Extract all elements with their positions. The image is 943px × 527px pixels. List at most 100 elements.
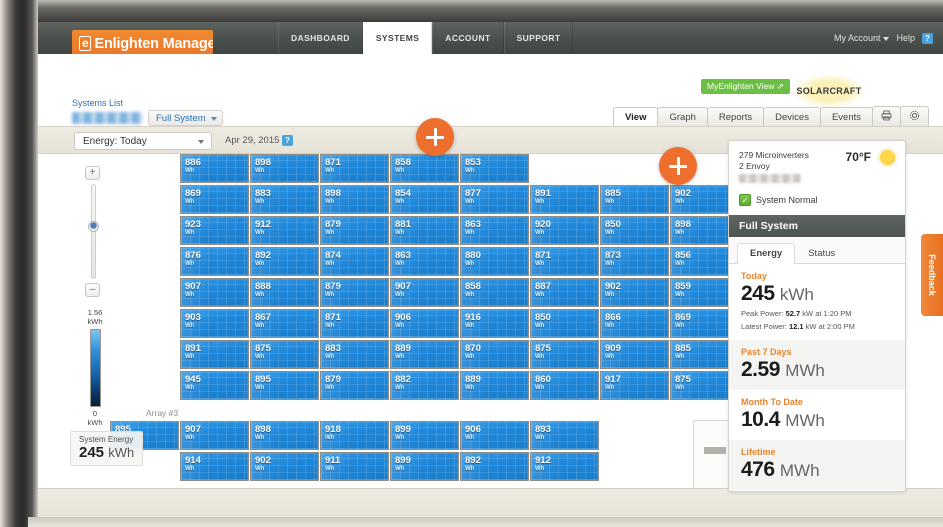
gear-icon[interactable] xyxy=(900,106,929,128)
solar-panel[interactable]: 893Wh xyxy=(530,421,599,450)
tab-status[interactable]: Status xyxy=(795,243,848,264)
solar-panel[interactable]: 881 Wh xyxy=(390,216,459,245)
solar-panel[interactable]: 914 Wh xyxy=(180,452,249,481)
solar-panel[interactable]: 879 Wh xyxy=(320,216,389,245)
solar-panel[interactable]: 879 Wh xyxy=(320,371,389,400)
solar-panel[interactable]: 907 Wh xyxy=(180,278,249,307)
tab-energy[interactable]: Energy xyxy=(737,243,796,264)
solar-panel[interactable]: 874 Wh xyxy=(320,247,389,276)
feedback-tab[interactable]: Feedback xyxy=(921,234,943,316)
solar-panel[interactable]: 888 Wh xyxy=(250,278,319,307)
solar-panel[interactable]: 871Wh xyxy=(530,247,599,276)
zoom-slider-thumb[interactable] xyxy=(87,221,99,232)
solar-panel[interactable]: 869 Wh xyxy=(180,185,249,214)
nav-tab-account[interactable]: ACCOUNT xyxy=(432,22,504,54)
solar-panel[interactable]: 892 Wh xyxy=(460,452,529,481)
nav-tab-systems[interactable]: SYSTEMS xyxy=(362,22,433,54)
solar-panel[interactable]: 889 Wh xyxy=(390,340,459,369)
metric-past-7-days: Past 7 Days 2.59 MWh xyxy=(729,340,905,390)
solar-panel[interactable]: 899 Wh xyxy=(390,452,459,481)
solar-panel[interactable]: 912 Wh xyxy=(530,452,599,481)
tab-view[interactable]: View xyxy=(613,107,659,128)
solar-panel[interactable]: 895Wh xyxy=(250,371,319,400)
solar-panel[interactable]: 902Wh xyxy=(600,278,669,307)
solar-panel[interactable]: 880 Wh xyxy=(460,247,529,276)
solar-panel[interactable]: 907 Wh xyxy=(180,421,249,450)
solar-panel[interactable]: 873Wh xyxy=(600,247,669,276)
my-account-menu[interactable]: My Account xyxy=(834,33,890,43)
printer-icon[interactable] xyxy=(872,106,901,128)
solar-panel[interactable]: 917Wh xyxy=(600,371,669,400)
solar-panel[interactable]: 867 Wh xyxy=(250,309,319,338)
zoom-slider-track[interactable] xyxy=(87,184,99,279)
solar-panel[interactable]: 892 Wh xyxy=(250,247,319,276)
solar-panel[interactable]: 871Wh xyxy=(320,309,389,338)
solar-panel[interactable]: 907 Wh xyxy=(390,278,459,307)
solar-panel[interactable]: 902Wh xyxy=(250,452,319,481)
solar-panel[interactable]: 945 Wh xyxy=(180,371,249,400)
panel-energy-unit: Wh xyxy=(675,354,685,360)
solar-panel[interactable]: 883 Wh xyxy=(320,340,389,369)
solar-panel[interactable]: 906 Wh xyxy=(460,421,529,450)
solar-panel[interactable]: 898 Wh xyxy=(320,185,389,214)
solar-panel[interactable]: 887 Wh xyxy=(530,278,599,307)
solar-panel[interactable]: 875 Wh xyxy=(530,340,599,369)
solar-panel[interactable]: 875 Wh xyxy=(250,340,319,369)
solar-panel[interactable]: 854 Wh xyxy=(390,185,459,214)
solar-panel[interactable]: 877 Wh xyxy=(460,185,529,214)
solar-panel[interactable]: 853 Wh xyxy=(460,154,529,183)
zoom-out-button[interactable]: – xyxy=(85,283,100,297)
help-question-icon[interactable]: ? xyxy=(922,32,933,44)
tab-reports[interactable]: Reports xyxy=(706,107,765,128)
solar-panel[interactable]: 882 Wh xyxy=(390,371,459,400)
toolbar-help-icon[interactable]: ? xyxy=(282,135,293,146)
solar-panel[interactable]: 898 Wh xyxy=(250,154,319,183)
tab-events[interactable]: Events xyxy=(819,107,873,128)
zoom-in-button[interactable]: + xyxy=(85,166,100,180)
solar-panel[interactable]: 858 Wh xyxy=(390,154,459,183)
energy-mode-select[interactable]: Energy: Today xyxy=(74,132,212,150)
systems-list-link[interactable]: Systems List xyxy=(72,98,123,108)
panel-energy-unit: Wh xyxy=(325,292,335,298)
tab-devices[interactable]: Devices xyxy=(763,107,821,128)
solar-panel[interactable]: 870 Wh xyxy=(460,340,529,369)
solar-panel[interactable]: 923 Wh xyxy=(180,216,249,245)
solar-panel[interactable]: 863 Wh xyxy=(460,216,529,245)
solar-panel[interactable]: 898 Wh xyxy=(250,421,319,450)
solar-panel[interactable]: 858 Wh xyxy=(460,278,529,307)
nav-tab-support[interactable]: SUPPORT xyxy=(503,22,574,54)
solar-panel[interactable]: 850 Wh xyxy=(600,216,669,245)
solar-panel[interactable]: 891 Wh xyxy=(530,185,599,214)
screenshot-photo-frame: e Enlighten Manager DASHBOARD SYSTEMS ACC… xyxy=(0,0,943,527)
tab-graph[interactable]: Graph xyxy=(657,107,708,128)
solar-panel[interactable]: 906 Wh xyxy=(390,309,459,338)
solar-panel[interactable]: 876 Wh xyxy=(180,247,249,276)
peak-power-line: Peak Power: 52.7 kW at 1:20 PM xyxy=(741,308,893,319)
add-marker-2[interactable] xyxy=(659,147,697,185)
solar-panel[interactable]: 871Wh xyxy=(320,154,389,183)
solar-panel[interactable]: 883 Wh xyxy=(250,185,319,214)
solar-panel[interactable]: 899 Wh xyxy=(390,421,459,450)
solar-panel[interactable]: 916 Wh xyxy=(460,309,529,338)
solar-panel[interactable]: 889 Wh xyxy=(460,371,529,400)
myenlighten-view-button[interactable]: MyEnlighten View ⇗ xyxy=(701,79,790,94)
solar-panel[interactable]: 912 Wh xyxy=(250,216,319,245)
solar-panel[interactable]: 886 Wh xyxy=(180,154,249,183)
solar-panel[interactable]: 903 Wh xyxy=(180,309,249,338)
solar-panel[interactable]: 909 Wh xyxy=(600,340,669,369)
solar-panel[interactable]: 891 Wh xyxy=(180,340,249,369)
help-link[interactable]: Help xyxy=(896,33,915,43)
solar-panel[interactable]: 920 Wh xyxy=(530,216,599,245)
solar-panel[interactable]: 866 Wh xyxy=(600,309,669,338)
solar-panel[interactable]: 863 Wh xyxy=(390,247,459,276)
solar-panel[interactable]: 911 Wh xyxy=(320,452,389,481)
array3-label: Array #3 xyxy=(146,408,179,418)
solar-panel[interactable]: 885 Wh xyxy=(600,185,669,214)
solar-panel[interactable]: 918 Wh xyxy=(320,421,389,450)
solar-panel[interactable]: 850 Wh xyxy=(530,309,599,338)
add-marker-1[interactable] xyxy=(416,118,454,156)
solar-panel[interactable]: 860 Wh xyxy=(530,371,599,400)
nav-tab-dashboard[interactable]: DASHBOARD xyxy=(278,22,363,54)
solar-panel[interactable]: 879 Wh xyxy=(320,278,389,307)
system-scope-dropdown[interactable]: Full System xyxy=(148,110,223,126)
